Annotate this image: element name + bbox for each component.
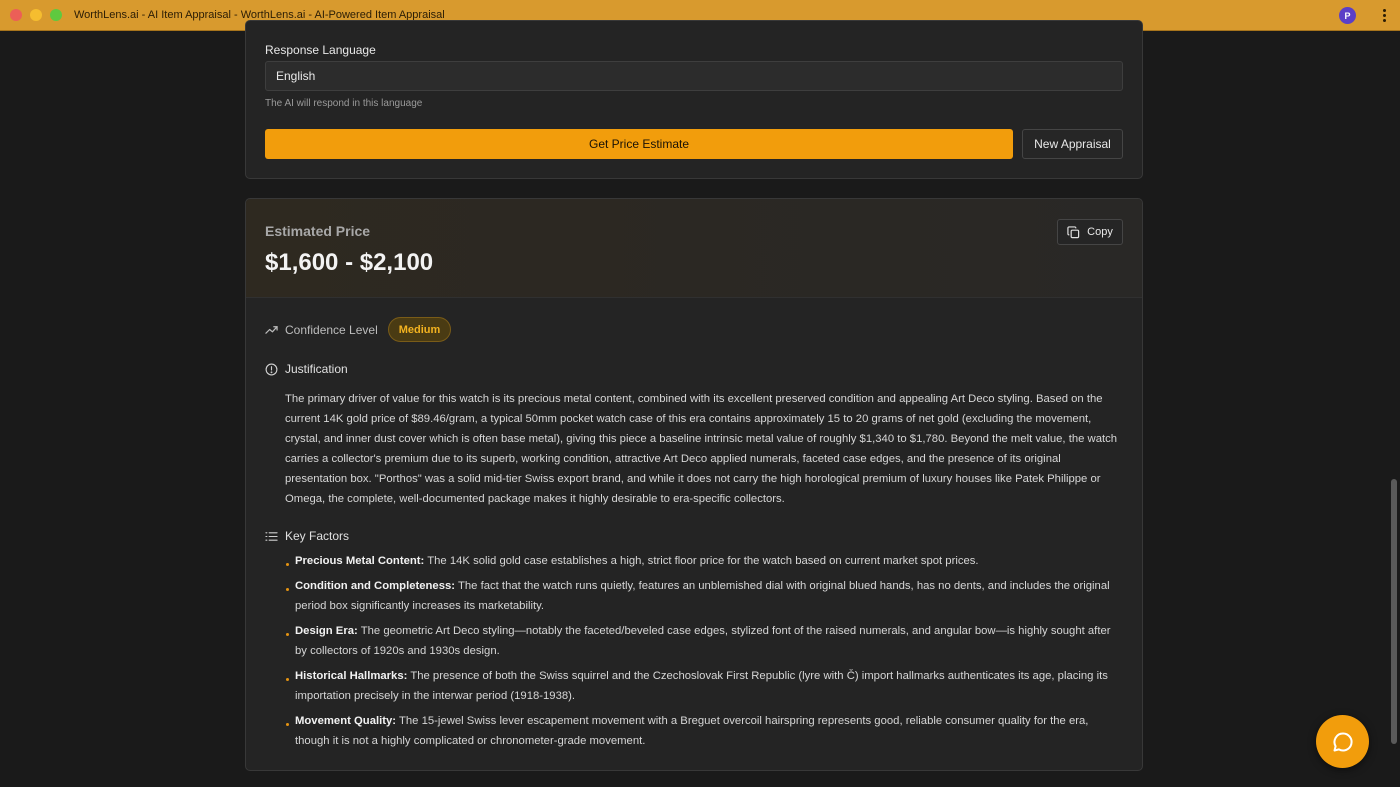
language-help-text: The AI will respond in this language	[265, 98, 423, 109]
list-item: Condition and Completeness: The fact tha…	[285, 576, 1125, 616]
factor-title: Precious Metal Content:	[295, 555, 425, 567]
estimated-price-label: Estimated Price	[265, 223, 371, 239]
factor-title: Design Era:	[295, 625, 358, 637]
key-factors-heading: Key Factors	[265, 529, 349, 543]
list-item: Design Era: The geometric Art Deco styli…	[285, 621, 1125, 661]
new-appraisal-button[interactable]: New Appraisal	[1022, 129, 1123, 159]
get-price-estimate-button[interactable]: Get Price Estimate	[265, 129, 1013, 159]
list-item: Precious Metal Content: The 14K solid go…	[285, 551, 1125, 571]
copy-icon	[1067, 225, 1080, 238]
chat-button[interactable]	[1316, 715, 1369, 768]
more-menu-icon[interactable]	[1379, 7, 1389, 24]
copy-button-label: Copy	[1087, 226, 1113, 238]
language-label: Response Language	[265, 43, 376, 57]
maximize-window-button[interactable]	[50, 9, 62, 21]
confidence-badge: Medium	[387, 317, 452, 342]
profile-avatar[interactable]: P	[1339, 7, 1356, 24]
minimize-window-button[interactable]	[30, 9, 42, 21]
factor-text: The presence of both the Swiss squirrel …	[295, 670, 1108, 702]
estimated-price-value: $1,600 - $2,100	[265, 249, 434, 276]
copy-button[interactable]: Copy	[1057, 219, 1123, 245]
factor-title: Condition and Completeness:	[295, 580, 456, 592]
trending-up-icon	[265, 326, 278, 334]
info-circle-icon	[265, 363, 278, 375]
price-header: Estimated Price $1,600 - $2,100 Copy	[246, 199, 1142, 298]
appraisal-form-card: Response Language English The AI will re…	[245, 20, 1143, 179]
factor-text: The geometric Art Deco styling—notably t…	[295, 625, 1111, 657]
justification-title: Justification	[285, 362, 348, 376]
factor-text: The 15-jewel Swiss lever escapement move…	[295, 715, 1089, 747]
justification-text: The primary driver of value for this wat…	[285, 393, 1118, 505]
list-item: Historical Hallmarks: The presence of bo…	[285, 666, 1125, 706]
key-factors-title: Key Factors	[285, 529, 350, 543]
factor-text: The 14K solid gold case establishes a hi…	[424, 555, 979, 567]
close-window-button[interactable]	[10, 9, 22, 21]
chat-bubble-icon	[1332, 731, 1353, 751]
language-select[interactable]: English	[265, 61, 1123, 91]
factor-title: Historical Hallmarks:	[295, 670, 408, 682]
scrollbar-thumb[interactable]	[1391, 479, 1397, 744]
justification-heading: Justification	[265, 362, 348, 376]
estimate-result-card: Estimated Price $1,600 - $2,100 Copy Con…	[245, 198, 1143, 771]
key-factors-list: Precious Metal Content: The 14K solid go…	[285, 551, 1125, 756]
window-controls	[10, 9, 62, 21]
confidence-label: Confidence Level	[285, 322, 378, 337]
page-scrollbar[interactable]	[1388, 31, 1400, 787]
list-item: Movement Quality: The 15-jewel Swiss lev…	[285, 711, 1125, 751]
factor-title: Movement Quality:	[295, 715, 397, 727]
list-icon	[265, 531, 278, 541]
confidence-row: Confidence Level Medium	[265, 317, 452, 342]
